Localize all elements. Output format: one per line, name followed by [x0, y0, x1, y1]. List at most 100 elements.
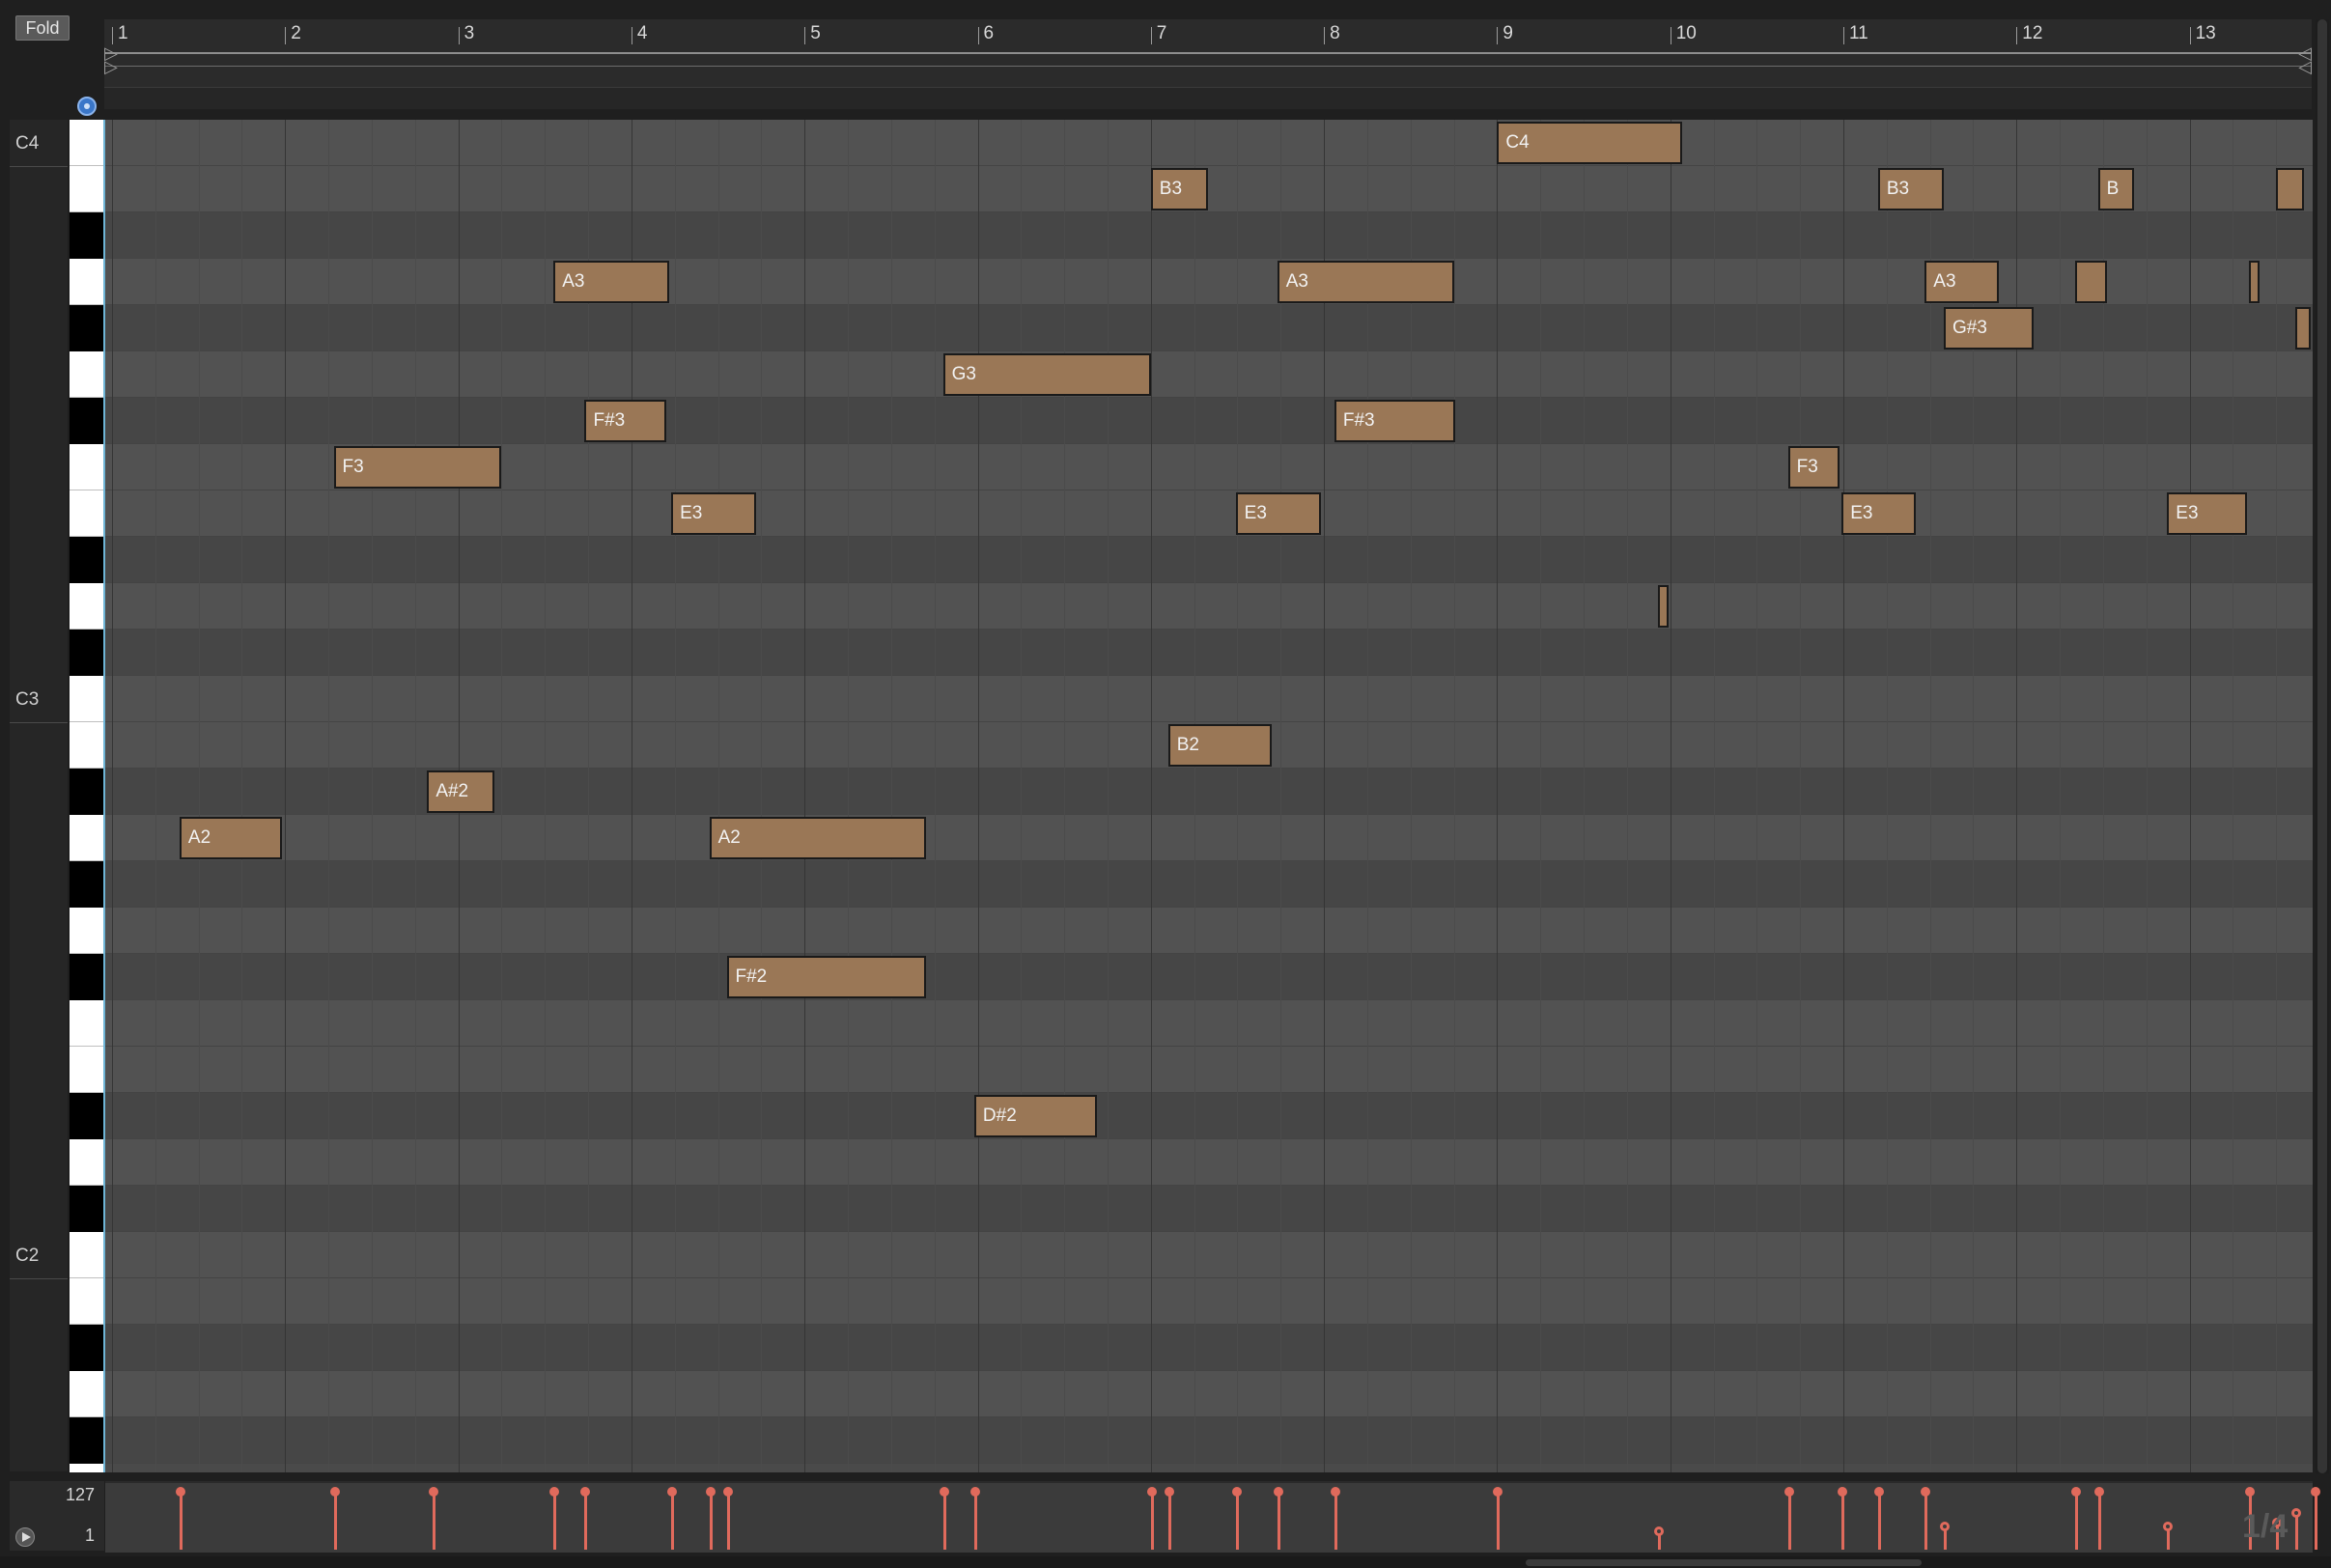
horizontal-scrollbar[interactable] — [0, 1556, 2331, 1568]
white-key[interactable] — [70, 490, 104, 537]
velocity-stem[interactable] — [1841, 1492, 1845, 1550]
midi-note[interactable]: E3 — [1235, 492, 1321, 535]
midi-note[interactable]: A2 — [179, 817, 282, 859]
midi-note[interactable]: C4 — [1497, 122, 1683, 164]
black-key[interactable] — [70, 1093, 104, 1139]
velocity-handle[interactable] — [939, 1487, 949, 1497]
pitch-row[interactable] — [105, 1278, 2313, 1325]
pitch-row[interactable] — [105, 908, 2313, 954]
pitch-row[interactable] — [105, 583, 2313, 630]
pitch-row[interactable] — [105, 1371, 2313, 1417]
pitch-row[interactable] — [105, 676, 2313, 722]
velocity-stem[interactable] — [1167, 1492, 1171, 1550]
white-key[interactable] — [70, 583, 104, 630]
velocity-handle[interactable] — [1231, 1487, 1242, 1497]
velocity-stem[interactable] — [2294, 1513, 2298, 1550]
velocity-stem[interactable] — [1235, 1492, 1239, 1550]
pitch-row[interactable] — [105, 1047, 2313, 1093]
black-key[interactable] — [70, 861, 104, 908]
velocity-stem[interactable] — [333, 1492, 337, 1550]
black-key[interactable] — [70, 537, 104, 583]
velocity-stem[interactable] — [942, 1492, 946, 1550]
midi-note[interactable]: A2 — [709, 817, 926, 859]
fold-button[interactable]: Fold — [15, 15, 70, 41]
loop-brace-top[interactable] — [104, 52, 2312, 54]
timeline-ruler[interactable]: 1 2 3 4 5 6 7 8 9 10 11 12 13 ▷ ▷ ◁ ◁ — [104, 19, 2312, 109]
piano-keyboard[interactable] — [70, 120, 104, 1472]
velocity-handle[interactable] — [1939, 1522, 1950, 1532]
midi-note[interactable] — [2294, 307, 2312, 350]
midi-note[interactable]: A3 — [553, 261, 670, 303]
pitch-row[interactable] — [105, 1186, 2313, 1232]
velocity-handle[interactable] — [667, 1487, 678, 1497]
midi-note[interactable]: B2 — [1167, 724, 1273, 767]
velocity-stem[interactable] — [2075, 1492, 2079, 1550]
velocity-stem[interactable] — [1334, 1492, 1337, 1550]
loop-end-marker-icon[interactable]: ◁ — [2298, 58, 2312, 75]
black-key[interactable] — [70, 398, 104, 444]
velocity-handle[interactable] — [1838, 1487, 1848, 1497]
midi-note[interactable]: B — [2097, 168, 2135, 210]
velocity-handle[interactable] — [329, 1487, 340, 1497]
pitch-row[interactable] — [105, 212, 2313, 259]
velocity-stem[interactable] — [1924, 1492, 1928, 1550]
velocity-stem[interactable] — [432, 1492, 435, 1550]
white-key[interactable] — [70, 166, 104, 212]
velocity-stem[interactable] — [1150, 1492, 1154, 1550]
velocity-handle[interactable] — [2071, 1487, 2082, 1497]
midi-note[interactable]: E3 — [2167, 492, 2247, 535]
pitch-row[interactable] — [105, 351, 2313, 398]
velocity-stem[interactable] — [1277, 1492, 1280, 1550]
velocity-handle[interactable] — [722, 1487, 733, 1497]
velocity-stem[interactable] — [179, 1492, 183, 1550]
velocity-handle[interactable] — [1654, 1526, 1665, 1537]
pitch-row[interactable] — [105, 861, 2313, 908]
white-key[interactable] — [70, 1000, 104, 1047]
velocity-handle[interactable] — [2163, 1522, 2174, 1532]
white-key[interactable] — [70, 815, 104, 861]
pitch-row[interactable] — [105, 630, 2313, 676]
white-key[interactable] — [70, 676, 104, 722]
black-key[interactable] — [70, 630, 104, 676]
black-key[interactable] — [70, 1325, 104, 1371]
white-key[interactable] — [70, 722, 104, 769]
pitch-row[interactable] — [105, 166, 2313, 212]
midi-note[interactable] — [1658, 585, 1670, 628]
velocity-stem[interactable] — [1787, 1492, 1791, 1550]
midi-note[interactable]: F#3 — [1334, 400, 1456, 442]
midi-note[interactable]: E3 — [1841, 492, 1917, 535]
velocity-handle[interactable] — [428, 1487, 438, 1497]
velocity-handle[interactable] — [580, 1487, 591, 1497]
midi-note[interactable]: B3 — [1150, 168, 1208, 210]
velocity-stem[interactable] — [709, 1492, 713, 1550]
pitch-row[interactable] — [105, 954, 2313, 1000]
pitch-row[interactable] — [105, 120, 2313, 166]
black-key[interactable] — [70, 1417, 104, 1464]
velocity-stem[interactable] — [2097, 1492, 2101, 1550]
midi-note[interactable]: F#3 — [584, 400, 666, 442]
vertical-scrollbar[interactable] — [2316, 19, 2329, 1473]
midi-note[interactable] — [2276, 168, 2304, 210]
velocity-stem[interactable] — [584, 1492, 588, 1550]
pitch-row[interactable] — [105, 1139, 2313, 1186]
black-key[interactable] — [70, 305, 104, 351]
horizontal-scrollbar-thumb[interactable] — [1526, 1559, 1922, 1566]
midi-note[interactable]: A#2 — [427, 770, 495, 813]
midi-note[interactable]: F3 — [333, 446, 502, 489]
pitch-row[interactable] — [105, 1325, 2313, 1371]
midi-note[interactable]: B3 — [1877, 168, 1944, 210]
velocity-handle[interactable] — [549, 1487, 560, 1497]
white-key[interactable] — [70, 1047, 104, 1093]
velocity-handle[interactable] — [705, 1487, 716, 1497]
white-key[interactable] — [70, 444, 104, 490]
loop-start-marker-icon[interactable]: ▷ — [104, 58, 118, 75]
white-key[interactable] — [70, 259, 104, 305]
velocity-handle[interactable] — [2290, 1508, 2301, 1519]
midi-note[interactable]: A3 — [1277, 261, 1454, 303]
velocity-handle[interactable] — [969, 1487, 980, 1497]
vertical-scrollbar-thumb[interactable] — [2317, 19, 2327, 1473]
velocity-handle[interactable] — [1164, 1487, 1174, 1497]
white-key[interactable] — [70, 351, 104, 398]
pitch-row[interactable] — [105, 1232, 2313, 1278]
midi-note[interactable]: A3 — [1924, 261, 2000, 303]
